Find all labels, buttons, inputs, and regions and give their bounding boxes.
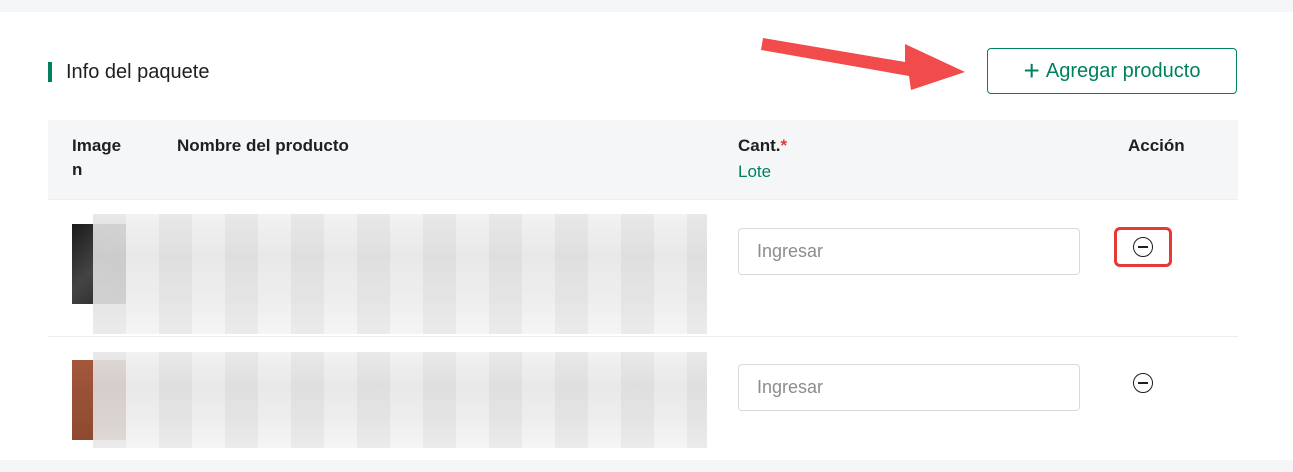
minus-circle-icon	[1133, 237, 1153, 257]
annotation-arrow-icon	[761, 38, 965, 90]
qty-header-label: Cant.	[738, 136, 781, 155]
remove-product-button[interactable]	[1114, 363, 1172, 403]
column-header-qty: Cant.* Lote	[738, 134, 787, 184]
column-header-action: Acción	[1128, 136, 1185, 155]
section-accent-bar	[48, 62, 52, 82]
section-header: Info del paquete	[48, 60, 209, 84]
product-name-blurred	[93, 352, 707, 448]
table-row	[48, 336, 1238, 472]
qty-input[interactable]	[738, 228, 1080, 275]
column-header-name: Nombre del producto	[177, 136, 349, 155]
page-bottom-edge	[0, 460, 1293, 465]
qty-input[interactable]	[738, 364, 1080, 411]
minus-circle-icon	[1133, 373, 1153, 393]
remove-product-button[interactable]	[1114, 227, 1172, 267]
required-mark: *	[780, 136, 788, 155]
qty-unit-label: Lote	[738, 162, 772, 181]
product-name-blurred	[93, 214, 707, 334]
table-header: Imagen Nombre del producto Cant.* Lote A…	[48, 120, 1238, 200]
plus-icon: +	[1023, 55, 1040, 86]
section-title: Info del paquete	[66, 60, 210, 83]
add-product-button[interactable]: + Agregar producto	[987, 48, 1237, 94]
column-header-image: Imagen	[72, 136, 122, 179]
table-row	[48, 200, 1238, 337]
add-product-label: Agregar producto	[1045, 59, 1201, 82]
